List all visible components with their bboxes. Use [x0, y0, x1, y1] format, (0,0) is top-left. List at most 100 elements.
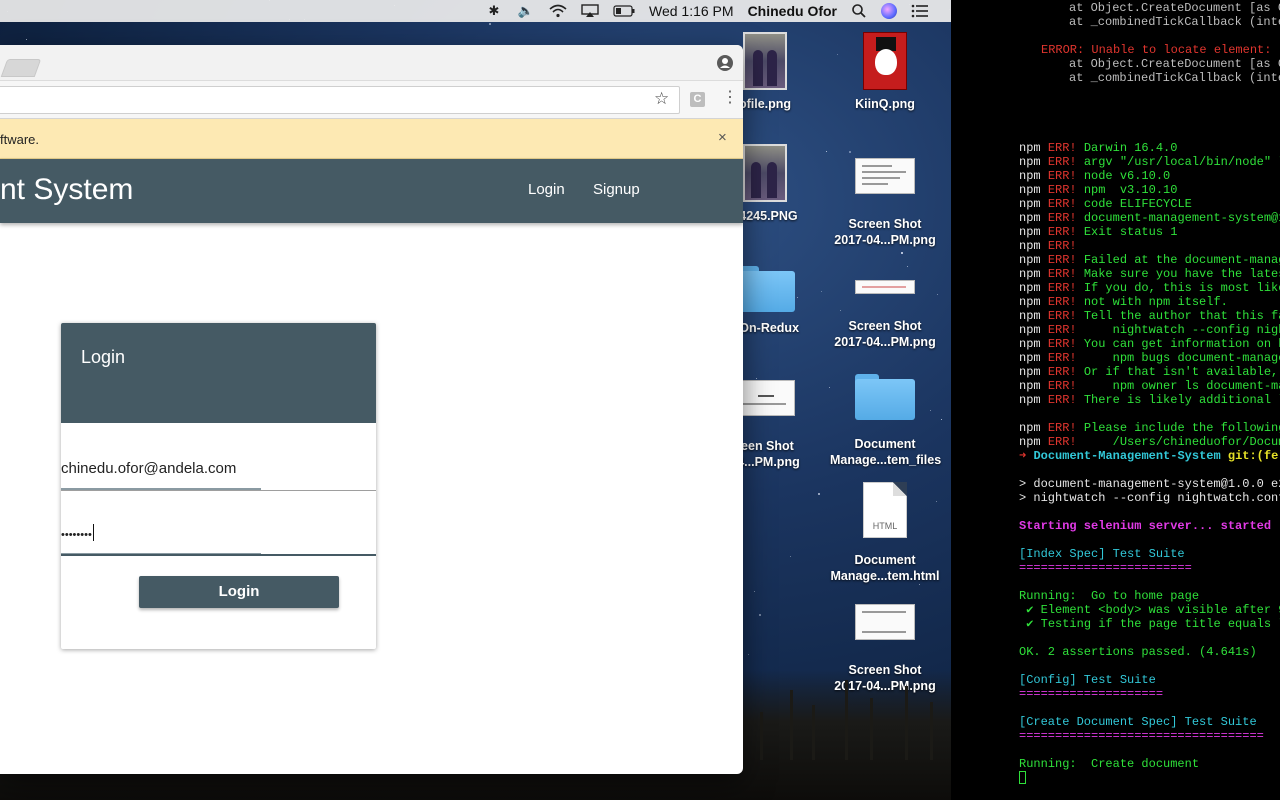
star — [489, 23, 491, 25]
desktop-icon-label: Document Manage...tem_files — [830, 436, 942, 468]
star — [790, 556, 791, 557]
airplay-icon[interactable] — [581, 0, 599, 22]
npm-error-line: npm ERR! Or if that isn't available, — [1019, 365, 1278, 379]
npm-prefix: npm — [1019, 337, 1048, 351]
siri-icon[interactable] — [881, 0, 897, 22]
nav-signup-link[interactable]: Signup — [593, 181, 640, 198]
desktop-icon-label-line1: Screen Shot — [848, 663, 922, 677]
npm-err-message: Failed at the document-manag — [1076, 253, 1280, 267]
npm-err-message: npm v3.10.10 — [1076, 183, 1178, 197]
desktop-icon-label-line1: Screen Shot — [848, 217, 922, 231]
prompt-git-branch: git:(fe — [1220, 449, 1279, 463]
desktop-icon-screenshot-1[interactable]: Screen Shot 2017-04...PM.png — [830, 158, 940, 248]
password-value: •••••••• — [61, 524, 94, 541]
npm-err-tag: ERR! — [1047, 323, 1077, 337]
npm-error-line: npm ERR! Darwin 16.4.0 — [1019, 141, 1177, 155]
npm-err-message: There is likely additional l — [1076, 393, 1280, 407]
npm-error-line: npm ERR! nightwatch --config nigh — [1019, 323, 1280, 337]
browser-menu-icon[interactable]: ⋮ — [722, 89, 738, 107]
nav-login-link[interactable]: Login — [528, 181, 565, 198]
login-button[interactable]: Login — [139, 576, 339, 608]
npm-error-line: npm ERR! There is likely additional l — [1019, 393, 1280, 407]
npm-prefix: npm — [1019, 183, 1048, 197]
terminal-cursor[interactable] — [1019, 771, 1026, 786]
poster-thumbnail-icon — [863, 32, 907, 90]
npm-prefix: npm — [1019, 141, 1048, 155]
infobar-close-icon[interactable]: × — [718, 129, 727, 146]
npm-err-message: npm owner ls document-ma — [1076, 379, 1280, 393]
menu-bar: ✱ 🔈 Wed 1:16 PM Chinedu Ofor — [0, 0, 951, 22]
bluetooth-icon[interactable]: ✱ — [485, 0, 503, 22]
star — [26, 39, 27, 40]
npm-prefix: npm — [1019, 365, 1048, 379]
npm-err-message: Darwin 16.4.0 — [1076, 141, 1178, 155]
app-brand-title[interactable]: nt System — [0, 173, 133, 207]
npm-err-message: Exit status 1 — [1076, 225, 1178, 239]
npm-err-tag: ERR! — [1047, 379, 1077, 393]
npm-prefix: npm — [1019, 225, 1048, 239]
npm-error-line: npm ERR! Failed at the document-manag — [1019, 253, 1280, 267]
wifi-icon[interactable] — [549, 0, 567, 22]
joshua-tree-silhouette — [930, 702, 933, 760]
npm-err-tag: ERR! — [1047, 267, 1077, 281]
terminal-line: [Config] Test Suite — [1019, 673, 1156, 687]
new-tab-button[interactable] — [0, 59, 42, 77]
npm-err-tag: ERR! — [1047, 295, 1077, 309]
volume-icon[interactable]: 🔈 — [517, 0, 535, 22]
photo-thumbnail-icon — [743, 144, 787, 202]
npm-err-tag: ERR! — [1047, 337, 1077, 351]
password-field[interactable]: •••••••• — [61, 491, 376, 557]
npm-error-line: npm ERR! Please include the following — [1019, 421, 1280, 435]
npm-err-tag: ERR! — [1047, 225, 1077, 239]
terminal-line: Running: Go to home page — [1019, 589, 1200, 603]
npm-prefix: npm — [1019, 435, 1048, 449]
screenshot-thumbnail-icon — [855, 604, 915, 640]
npm-err-tag: ERR! — [1047, 155, 1077, 169]
desktop-icon-document-files-folder[interactable]: Document Manage...tem_files — [830, 374, 942, 468]
npm-prefix: npm — [1019, 421, 1048, 435]
spotlight-search-icon[interactable] — [851, 0, 867, 22]
npm-err-message: not with npm itself. — [1076, 295, 1228, 309]
prompt-directory: Document-Management-System — [1033, 449, 1221, 463]
terminal-window[interactable]: at Object.CreateDocument [as C at _combi… — [951, 0, 1280, 800]
terminal-line: at _combinedTickCallback (inte — [1069, 71, 1280, 85]
desktop-icon-document-html[interactable]: HTML Document Manage...tem.html — [830, 482, 940, 584]
terminal-line: OK. 2 assertions passed. (4.641s) — [1019, 645, 1257, 659]
npm-err-message: Please include the following — [1076, 421, 1280, 435]
terminal-line: at _combinedTickCallback (inte — [1069, 15, 1280, 29]
npm-error-line: npm ERR! You can get information on h — [1019, 337, 1280, 351]
desktop-icon-label-line2: 2017-04...PM.png — [834, 335, 936, 349]
npm-prefix: npm — [1019, 393, 1048, 407]
star — [759, 614, 761, 616]
profile-avatar-icon[interactable] — [717, 55, 733, 71]
npm-err-message: node v6.10.0 — [1076, 169, 1171, 183]
npm-err-tag: ERR! — [1047, 253, 1077, 267]
terminal-line: > nightwatch --config nightwatch.conf — [1019, 491, 1280, 505]
email-field[interactable]: chinedu.ofor@andela.com — [61, 423, 376, 491]
desktop-icon-screenshot-2[interactable]: Screen Shot 2017-04...PM.png — [830, 280, 940, 350]
bookmark-star-icon[interactable]: ☆ — [654, 90, 669, 108]
terminal-prompt: ➜ Document-Management-System git:(fe — [1019, 449, 1278, 463]
npm-error-line: npm ERR! npm bugs document-manage — [1019, 351, 1280, 365]
star — [849, 151, 851, 153]
desktop-icon-kiinq-png[interactable]: KiinQ.png — [830, 32, 940, 112]
desktop-icon-label: KiinQ.png — [855, 97, 915, 111]
battery-icon[interactable] — [613, 0, 635, 22]
npm-prefix: npm — [1019, 267, 1048, 281]
menubar-clock[interactable]: Wed 1:16 PM — [649, 0, 734, 22]
address-bar[interactable] — [0, 86, 680, 114]
notification-center-icon[interactable] — [911, 0, 929, 22]
star — [919, 584, 920, 585]
npm-err-message: code ELIFECYCLE — [1076, 197, 1192, 211]
terminal-line: ✔ Testing if the page title equals " — [1019, 617, 1280, 631]
browser-infobar: ftware. × — [0, 119, 743, 159]
terminal-line: [Index Spec] Test Suite — [1019, 547, 1185, 561]
npm-error-line: npm ERR! node v6.10.0 — [1019, 169, 1170, 183]
npm-err-message: Make sure you have the lates — [1076, 267, 1280, 281]
menubar-user[interactable]: Chinedu Ofor — [748, 0, 837, 22]
npm-err-message: argv "/usr/local/bin/node" " — [1076, 155, 1280, 169]
desktop-icon-label-line2: Manage...tem_files — [830, 453, 942, 467]
desktop-icon-label: Screen Shot 2017-04...PM.png — [830, 318, 940, 350]
extension-c-icon[interactable]: C — [690, 92, 705, 107]
photo-thumbnail-icon — [743, 32, 787, 90]
